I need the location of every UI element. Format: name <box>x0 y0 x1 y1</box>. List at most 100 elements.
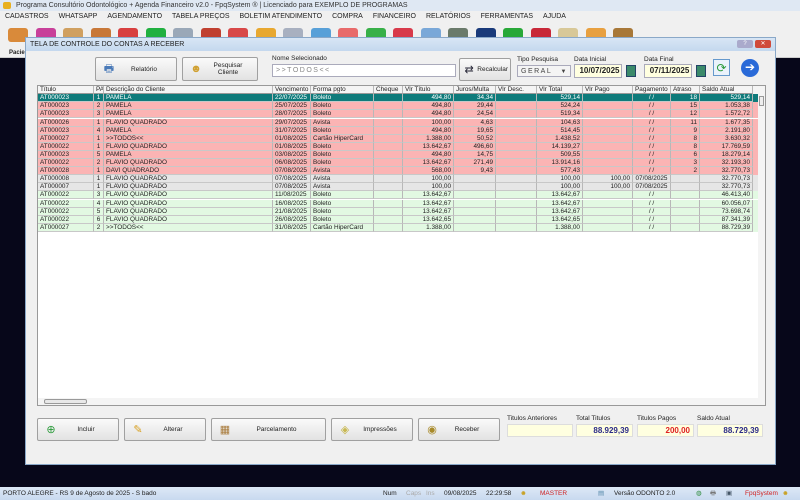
table-row[interactable]: AT000023 3 PAMELA 28/07/2025 Boleto 494,80 24,… <box>38 110 760 119</box>
table-cell: 3.630,32 <box>700 134 753 143</box>
table-row[interactable]: AT000022 5 FLAVIO QUADRADO 21/08/2025 Boleto… <box>38 207 760 216</box>
table-cell: 24,54 <box>454 110 496 119</box>
table-row[interactable]: AT000007 1 FLAVIO QUADRADO 07/08/2025 Avista… <box>38 183 760 192</box>
table-cell: 25/07/2025 <box>273 102 311 111</box>
table-row[interactable]: AT000022 2 FLAVIO QUADRADO 06/08/2025 Boleto… <box>38 159 760 168</box>
menu-item-6[interactable]: FINANCEIRO <box>373 11 416 22</box>
menu-item-0[interactable]: CADASTROS <box>5 11 49 22</box>
table-cell: 100,00 <box>537 175 583 184</box>
table-cell: AT000008 <box>38 175 94 184</box>
table-cell <box>583 191 633 200</box>
column-header[interactable]: Saldo Atual <box>700 86 753 95</box>
table-cell: Avista <box>311 175 374 184</box>
column-header[interactable]: Atraso <box>671 86 700 95</box>
alterar-button[interactable]: ✎ Alterar <box>124 418 206 441</box>
table-cell <box>496 199 537 208</box>
status-location-date: PORTO ALEGRE - RS 9 de Agosto de 2025 - … <box>3 490 157 497</box>
coins-icon: ◉ <box>427 423 437 436</box>
table-cell: 29,44 <box>454 102 496 111</box>
tipo-pesquisa-label: Tipo Pesquisa <box>517 56 558 63</box>
column-header[interactable]: Vlr Total <box>537 86 583 95</box>
receber-button[interactable]: ◉ Receber <box>418 418 500 441</box>
calendar-icon[interactable] <box>626 65 636 77</box>
table-cell: 32.193,30 <box>700 159 753 168</box>
table-cell: 46.413,40 <box>700 191 753 200</box>
table-cell <box>583 150 633 159</box>
table-cell: FLAVIO QUADRADO <box>104 215 273 224</box>
data-inicial-input[interactable]: 10/07/2025 <box>574 64 622 78</box>
column-header[interactable]: Título <box>38 86 94 95</box>
arrow-right-icon[interactable]: ➔ <box>741 59 759 77</box>
table-row[interactable]: AT000023 2 PAMELA 25/07/2025 Boleto 494,80 29,… <box>38 102 760 111</box>
menu-item-2[interactable]: AGENDAMENTO <box>107 11 162 22</box>
recalcular-button[interactable]: ⇄ Recalcular <box>459 58 511 81</box>
menu-item-3[interactable]: TABELA PREÇOS <box>172 11 229 22</box>
column-header[interactable]: Cheque <box>374 86 403 95</box>
table-header[interactable]: Título PA Descrição do Cliente Vencimento Fo… <box>38 86 760 95</box>
column-header[interactable]: Vlr Desc. <box>496 86 537 95</box>
incluir-button[interactable]: ⊕ Incluir <box>37 418 119 441</box>
column-header[interactable]: PA <box>94 86 104 95</box>
column-header[interactable]: Juros/Multa <box>454 86 496 95</box>
help-icon[interactable]: ? <box>737 40 753 48</box>
vertical-scrollbar[interactable] <box>758 86 765 405</box>
data-final-input[interactable]: 07/11/2025 <box>644 64 692 78</box>
table-row[interactable]: AT000008 1 FLAVIO QUADRADO 07/08/2025 Avista… <box>38 175 760 184</box>
table-row[interactable]: AT000023 4 PAMELA 31/07/2025 Boleto 494,80 19,… <box>38 126 760 135</box>
column-header[interactable]: Pagamento <box>633 86 671 95</box>
menu-item-1[interactable]: WHATSAPP <box>59 11 98 22</box>
table-row[interactable]: AT000028 1 DAVI QUADRADO 07/08/2025 Avista 56… <box>38 167 760 176</box>
calendar-icon[interactable] <box>696 65 706 77</box>
refresh-icon[interactable]: ⟳ <box>713 59 730 76</box>
parcelamento-button[interactable]: ▦ Parcelamento <box>211 418 326 441</box>
status-bar: PORTO ALEGRE - RS 9 de Agosto de 2025 - … <box>0 487 800 500</box>
table-cell <box>583 126 633 135</box>
column-header[interactable]: Forma pgto <box>311 86 374 95</box>
menu-item-5[interactable]: COMPRA <box>332 11 363 22</box>
column-header[interactable]: Vlr Pago <box>583 86 633 95</box>
table-row[interactable]: AT000022 6 FLAVIO QUADRADO 26/08/2025 Boleto… <box>38 215 760 224</box>
table-row[interactable]: AT000026 1 FLAVIO QUADRADO 29/07/2025 Avista… <box>38 118 760 127</box>
table-cell: / / <box>633 159 671 168</box>
impressoes-button[interactable]: ◈ Impressões <box>331 418 413 441</box>
horizontal-scrollbar[interactable] <box>38 398 760 405</box>
table-cell: / / <box>633 94 671 103</box>
table-row[interactable]: AT000027 1 >>TODOS<< 01/08/2025 Cartão Hiper… <box>38 134 760 143</box>
table-cell <box>496 118 537 127</box>
table-row[interactable]: AT000022 1 FLAVIO QUADRADO 01/08/2025 Boleto… <box>38 142 760 151</box>
tipo-pesquisa-select[interactable]: GERAL ▼ <box>517 65 571 77</box>
column-header[interactable]: Descrição do Cliente <box>104 86 273 95</box>
table-cell: FLAVIO QUADRADO <box>104 159 273 168</box>
table-row[interactable]: AT000022 4 FLAVIO QUADRADO 16/08/2025 Boleto… <box>38 199 760 208</box>
table-cell: AT000023 <box>38 126 94 135</box>
table-cell: 22/07/2025 <box>273 94 311 103</box>
table-cell <box>671 191 700 200</box>
ticket-icon: ◈ <box>340 423 350 436</box>
menu-item-7[interactable]: RELATÓRIOS <box>426 11 471 22</box>
menu-item-9[interactable]: AJUDA <box>543 11 566 22</box>
column-header[interactable]: Vencimento <box>273 86 311 95</box>
table-cell <box>374 207 403 216</box>
table-cell: 03/08/2025 <box>273 150 311 159</box>
table-cell: 2 <box>94 102 104 111</box>
table-cell: 14,75 <box>454 150 496 159</box>
table-row[interactable]: AT000022 3 FLAVIO QUADRADO 11/08/2025 Boleto… <box>38 191 760 200</box>
table-cell: 13.642,67 <box>537 199 583 208</box>
close-icon[interactable]: ✕ <box>755 40 771 48</box>
nome-selecionado-input[interactable]: >>TODOS<< <box>272 64 456 77</box>
table-cell: 06/08/2025 <box>273 159 311 168</box>
menu-item-8[interactable]: FERRAMENTAS <box>481 11 533 22</box>
toolbar-label-pacientes[interactable]: Pacie <box>9 50 25 56</box>
table-cell: 577,43 <box>537 167 583 176</box>
relatorio-button[interactable]: 🖶 Relatório <box>95 57 177 81</box>
table-cell: / / <box>633 207 671 216</box>
table-row[interactable]: AT000027 2 >>TODOS<< 31/08/2025 Cartão Hiper… <box>38 223 760 232</box>
table-row[interactable]: AT000023 1 PAMELA 22/07/2025 Boleto 494,80 34,… <box>38 94 760 103</box>
table-cell: 19,65 <box>454 126 496 135</box>
column-header[interactable]: Vlr Título <box>403 86 454 95</box>
menu-item-4[interactable]: BOLETIM ATENDIMENTO <box>240 11 323 22</box>
pesquisar-cliente-button[interactable]: ☻ Pesquisar Cliente <box>182 57 258 81</box>
table-row[interactable]: AT000023 5 PAMELA 03/08/2025 Boleto 494,80 14,… <box>38 150 760 159</box>
table-cell: PAMELA <box>104 102 273 111</box>
table-cell: 494,80 <box>403 150 454 159</box>
